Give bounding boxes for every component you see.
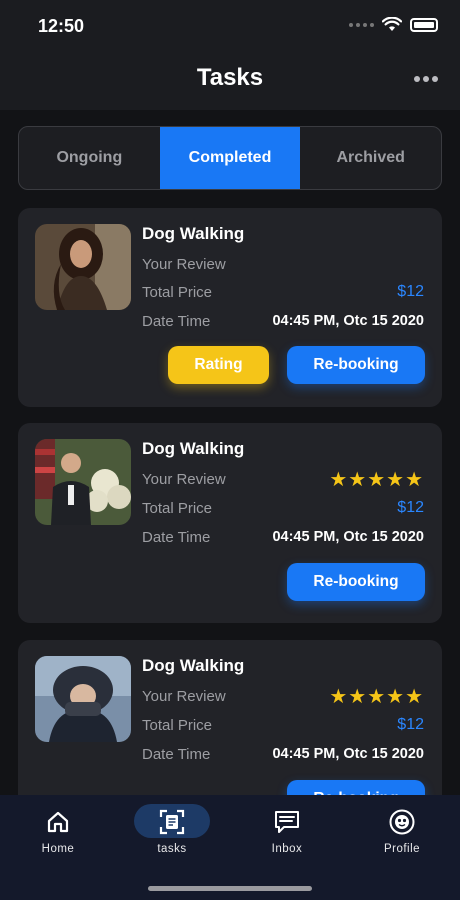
battery-icon (410, 17, 438, 32)
status-icons (349, 17, 438, 32)
status-time: 12:50 (38, 16, 85, 36)
card-title: Dog Walking (142, 224, 245, 243)
date-label: Date Time (142, 312, 211, 330)
nav-item-tasks[interactable]: tasks (127, 795, 217, 865)
rating-button[interactable]: Rating (168, 346, 269, 384)
star-rating: ★★★★★ (329, 468, 424, 491)
date-row: Date Time 04:45 PM, Otc 15 2020 (142, 526, 424, 548)
task-thumbnail (35, 439, 131, 525)
price-label: Total Price (142, 716, 213, 734)
review-row: Your Review ★★★★★ (142, 685, 424, 708)
date-row: Date Time 04:45 PM, Otc 15 2020 (142, 743, 424, 765)
card-title: Dog Walking (142, 656, 245, 675)
more-options-icon[interactable] (414, 76, 438, 82)
profile-icon (387, 807, 417, 837)
review-label: Your Review (142, 470, 226, 488)
review-row: Your Review ★★★★★ (142, 468, 424, 491)
price-row: Total Price $12 (142, 497, 424, 519)
price-label: Total Price (142, 499, 213, 517)
nav-item-home[interactable]: Home (13, 795, 103, 865)
nav-item-inbox[interactable]: Inbox (242, 795, 332, 865)
task-card[interactable]: Dog Walking Your Review Total Price $12 … (18, 208, 442, 407)
tab-bar: Ongoing Completed Archived (18, 126, 442, 190)
price-value: $12 (397, 283, 424, 300)
task-thumbnail (35, 656, 131, 742)
date-value: 04:45 PM, Otc 15 2020 (272, 746, 424, 762)
date-label: Date Time (142, 528, 211, 546)
bottom-nav: Home tasks Inbox Profile (0, 795, 460, 900)
tasks-icon (157, 807, 187, 837)
nav-label: Inbox (271, 843, 303, 855)
date-row: Date Time 04:45 PM, Otc 15 2020 (142, 310, 424, 332)
date-value: 04:45 PM, Otc 15 2020 (272, 313, 424, 329)
price-row: Total Price $12 (142, 281, 424, 303)
task-thumbnail (35, 224, 131, 310)
home-icon (43, 807, 73, 837)
wifi-icon (382, 17, 402, 31)
review-row: Your Review (142, 253, 424, 275)
price-row: Total Price $12 (142, 714, 424, 736)
status-bar: 12:50 (0, 0, 460, 52)
tab-archived[interactable]: Archived (300, 127, 441, 189)
date-value: 04:45 PM, Otc 15 2020 (272, 529, 424, 545)
rebooking-button[interactable]: Re-booking (287, 346, 425, 384)
nav-label: Home (41, 843, 75, 855)
task-card[interactable]: Dog Walking Your Review ★★★★★ Total Pric… (18, 423, 442, 623)
card-title: Dog Walking (142, 439, 245, 458)
price-label: Total Price (142, 283, 213, 301)
signal-icon (349, 22, 374, 27)
nav-label: Profile (383, 843, 421, 855)
home-indicator (148, 886, 312, 891)
review-label: Your Review (142, 255, 226, 273)
page-title: Tasks (196, 64, 264, 91)
header: Tasks (0, 52, 460, 110)
price-value: $12 (397, 499, 424, 516)
price-value: $12 (397, 716, 424, 733)
nav-label: tasks (157, 843, 187, 855)
tab-completed[interactable]: Completed (159, 127, 301, 189)
rebooking-button[interactable]: Re-booking (287, 563, 425, 601)
review-label: Your Review (142, 687, 226, 705)
inbox-icon (272, 807, 302, 837)
date-label: Date Time (142, 745, 211, 763)
star-rating: ★★★★★ (329, 685, 424, 708)
nav-item-profile[interactable]: Profile (357, 795, 447, 865)
tab-ongoing[interactable]: Ongoing (19, 127, 160, 189)
